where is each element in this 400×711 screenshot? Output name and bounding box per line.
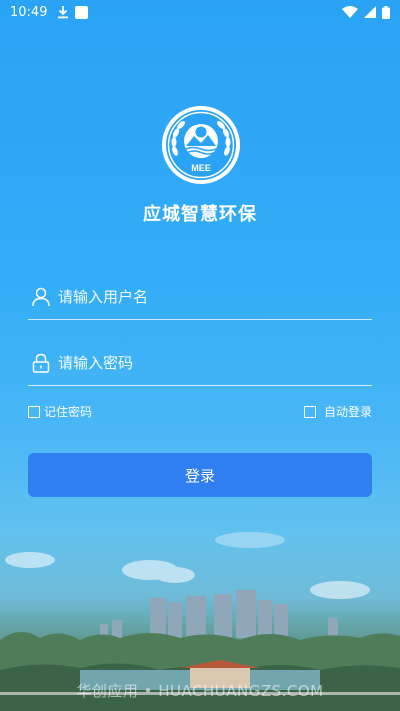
- auto-login-checkbox[interactable]: 自动登录: [303, 403, 372, 420]
- battery-icon: [382, 5, 390, 19]
- auto-login-checkbox-box[interactable]: [303, 405, 316, 418]
- remember-password-checkbox[interactable]: 记住密码: [28, 403, 92, 420]
- status-bar: 10:49: [0, 0, 400, 24]
- download-icon: [58, 6, 69, 19]
- notification-square-icon: [75, 5, 89, 19]
- password-field-row: [28, 340, 372, 386]
- lock-icon: [32, 353, 50, 373]
- mee-logo: MEE: [162, 106, 240, 184]
- username-input[interactable]: [58, 287, 372, 306]
- username-field-row: [28, 274, 372, 320]
- auto-login-label: 自动登录: [323, 405, 372, 419]
- svg-text:MEE: MEE: [191, 163, 211, 173]
- remember-checkbox-box[interactable]: [28, 405, 40, 418]
- app-title: 应城智慧环保: [143, 204, 257, 225]
- login-button[interactable]: 登录: [28, 453, 372, 497]
- status-time: 10:49: [10, 4, 48, 20]
- wifi-icon: [342, 6, 358, 18]
- password-input[interactable]: [58, 353, 372, 372]
- user-icon: [32, 287, 50, 306]
- cellular-signal-icon: [364, 6, 376, 18]
- watermark-text: 华创应用 • HUACHUANGZS.COM: [76, 682, 324, 700]
- remember-label: 记住密码: [44, 405, 93, 419]
